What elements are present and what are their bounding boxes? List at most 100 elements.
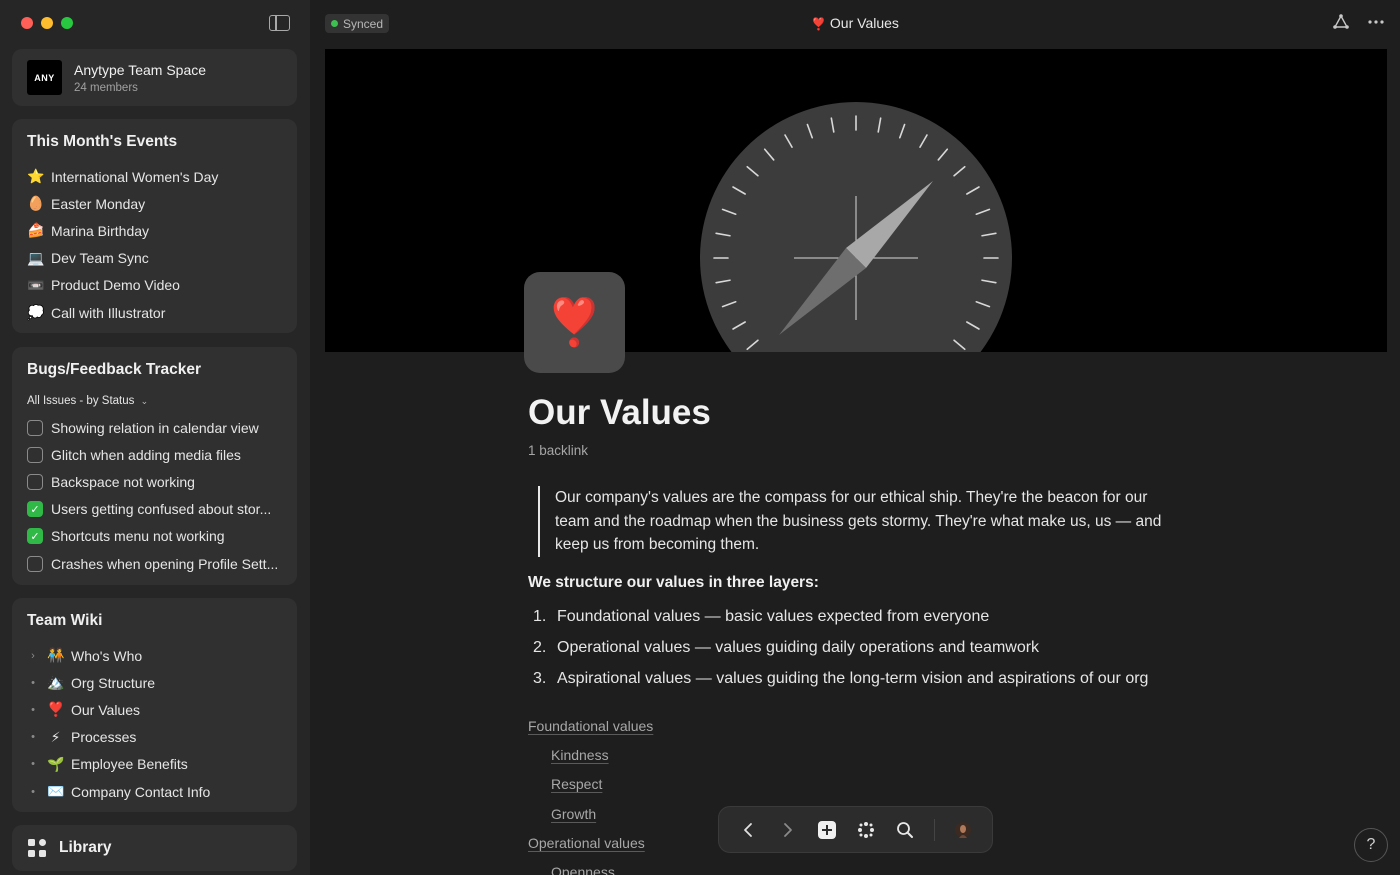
wiki-emoji-icon: 🌱 [47, 755, 65, 772]
checkbox-checked[interactable]: ✓ [27, 528, 43, 545]
bug-item[interactable]: ✓ Users getting confused about stor... [27, 496, 287, 523]
event-label: Dev Team Sync [51, 250, 149, 267]
widgets-icon[interactable] [851, 807, 881, 852]
bugs-widget: Bugs/Feedback Tracker All Issues - by St… [12, 347, 297, 585]
wiki-label: Company Contact Info [71, 783, 211, 800]
event-item[interactable]: ⭐ International Women's Day [27, 163, 287, 190]
layers-heading[interactable]: We structure our values in three layers: [528, 574, 1188, 592]
view-filter-label: All Issues - by Status [27, 395, 135, 407]
compass-illustration [700, 102, 1012, 352]
help-button[interactable]: ? [1354, 828, 1388, 862]
wiki-widget-title[interactable]: Team Wiki [27, 612, 102, 630]
page-title[interactable]: Our Values [528, 393, 1188, 433]
list-item[interactable]: 3. Aspirational values — values guiding t… [528, 664, 1188, 695]
toc-link[interactable]: Kindness [528, 741, 1188, 770]
event-item[interactable]: 💭 Call with Illustrator [27, 299, 287, 326]
more-options-icon[interactable] [1367, 13, 1385, 31]
bug-label: Backspace not working [51, 473, 195, 490]
main-area: Synced ❣️ Our Values ❣️ Our Values 1 bac… [310, 0, 1400, 875]
page-content: Our Values 1 backlink Our company's valu… [528, 393, 1188, 875]
wiki-label: Processes [71, 729, 137, 746]
event-label: Easter Monday [51, 195, 146, 212]
space-card[interactable]: ANY Anytype Team Space 24 members [12, 49, 297, 106]
sidebar-toggle-icon[interactable] [269, 15, 290, 31]
view-filter-dropdown[interactable]: All Issues - by Status ⌄ [27, 395, 148, 407]
quote-block[interactable]: Our company's values are the compass for… [538, 486, 1183, 557]
wiki-item[interactable]: › 🧑‍🤝‍🧑 Who's Who [27, 642, 287, 669]
wiki-label: Our Values [71, 701, 140, 718]
list-text: Aspirational values — values guiding the… [557, 670, 1149, 687]
expand-chevron-icon[interactable]: › [27, 650, 39, 662]
bullet-icon: • [31, 703, 35, 716]
bug-item[interactable]: Crashes when opening Profile Sett... [27, 550, 287, 577]
event-emoji-icon: 💭 [27, 304, 45, 321]
bullet-icon: • [31, 676, 35, 689]
search-icon[interactable] [890, 807, 920, 852]
event-label: International Women's Day [51, 168, 219, 185]
checkbox[interactable] [27, 446, 43, 463]
bug-label: Glitch when adding media files [51, 446, 241, 463]
wiki-item[interactable]: • ⚡ Processes [27, 724, 287, 751]
wiki-item[interactable]: • ✉️ Company Contact Info [27, 778, 287, 805]
backlink-count[interactable]: 1 backlink [528, 443, 1188, 458]
toc-link[interactable]: Respect [528, 770, 1188, 799]
wiki-item[interactable]: • 🏔️ Org Structure [27, 669, 287, 696]
toc-row: Openness [528, 857, 1188, 875]
events-widget: This Month's Events ⭐ International Women… [12, 119, 297, 333]
wiki-widget: Team Wiki › 🧑‍🤝‍🧑 Who's Who • 🏔️ Org Structur… [12, 598, 297, 812]
events-widget-title[interactable]: This Month's Events [27, 133, 177, 151]
event-item[interactable]: 📼 Product Demo Video [27, 272, 287, 299]
create-object-icon[interactable] [812, 807, 842, 852]
profile-avatar[interactable] [948, 807, 978, 852]
bug-item[interactable]: Showing relation in calendar view [27, 414, 287, 441]
event-item[interactable]: 🥚 Easter Monday [27, 190, 287, 217]
forward-arrow-icon[interactable] [773, 807, 803, 852]
events-list: ⭐ International Women's Day 🥚 Easter Monday… [27, 163, 287, 326]
cover-image[interactable] [325, 49, 1387, 352]
zoom-window-button[interactable] [61, 17, 73, 29]
event-item[interactable]: 💻 Dev Team Sync [27, 245, 287, 272]
event-item[interactable]: 🍰 Marina Birthday [27, 217, 287, 244]
space-name: Anytype Team Space [74, 61, 207, 78]
graph-icon[interactable] [1332, 13, 1350, 31]
checkbox[interactable] [27, 473, 43, 490]
wiki-item[interactable]: • ❣️ Our Values [27, 696, 287, 723]
document-title-icon: ❣️ [811, 17, 827, 31]
checkbox[interactable] [27, 555, 43, 572]
bugs-widget-title[interactable]: Bugs/Feedback Tracker [27, 361, 201, 379]
bullet-icon: • [31, 731, 35, 744]
bug-label: Users getting confused about stor... [51, 501, 272, 518]
event-label: Product Demo Video [51, 277, 180, 294]
list-text: Foundational values — basic values expec… [557, 608, 990, 625]
bug-item[interactable]: Backspace not working [27, 468, 287, 495]
toc-link[interactable]: Foundational values [528, 712, 1188, 741]
bug-label: Shortcuts menu not working [51, 528, 225, 545]
library-label: Library [59, 839, 112, 856]
list-item[interactable]: 2. Operational values — values guiding da… [528, 633, 1188, 664]
back-arrow-icon[interactable] [733, 807, 763, 852]
space-logo: ANY [27, 60, 62, 95]
bug-item[interactable]: Glitch when adding media files [27, 441, 287, 468]
minimize-window-button[interactable] [41, 17, 53, 29]
chevron-down-icon: ⌄ [140, 396, 149, 406]
page-emoji-icon[interactable]: ❣️ [524, 272, 625, 373]
close-window-button[interactable] [21, 17, 33, 29]
event-emoji-icon: ⭐ [27, 168, 45, 185]
list-item[interactable]: 1. Foundational values — basic values exp… [528, 602, 1188, 633]
wiki-item[interactable]: • 🌱 Employee Benefits [27, 751, 287, 778]
layers-list: 1. Foundational values — basic values exp… [528, 602, 1188, 695]
toc-link[interactable]: Openness [528, 857, 1188, 875]
document-title[interactable]: Our Values [830, 15, 899, 31]
checkbox-checked[interactable]: ✓ [27, 501, 43, 518]
checkbox[interactable] [27, 419, 43, 436]
event-emoji-icon: 🍰 [27, 222, 45, 239]
navbar-divider [934, 819, 935, 841]
library-icon [28, 839, 46, 857]
list-number: 3. [533, 670, 547, 687]
wiki-emoji-icon: 🧑‍🤝‍🧑 [47, 647, 65, 664]
bullet-icon: • [31, 785, 35, 798]
list-number: 1. [533, 608, 547, 625]
document-title-bar: ❣️ Our Values [310, 15, 1400, 31]
library-button[interactable]: Library [12, 825, 297, 871]
bug-item[interactable]: ✓ Shortcuts menu not working [27, 523, 287, 550]
